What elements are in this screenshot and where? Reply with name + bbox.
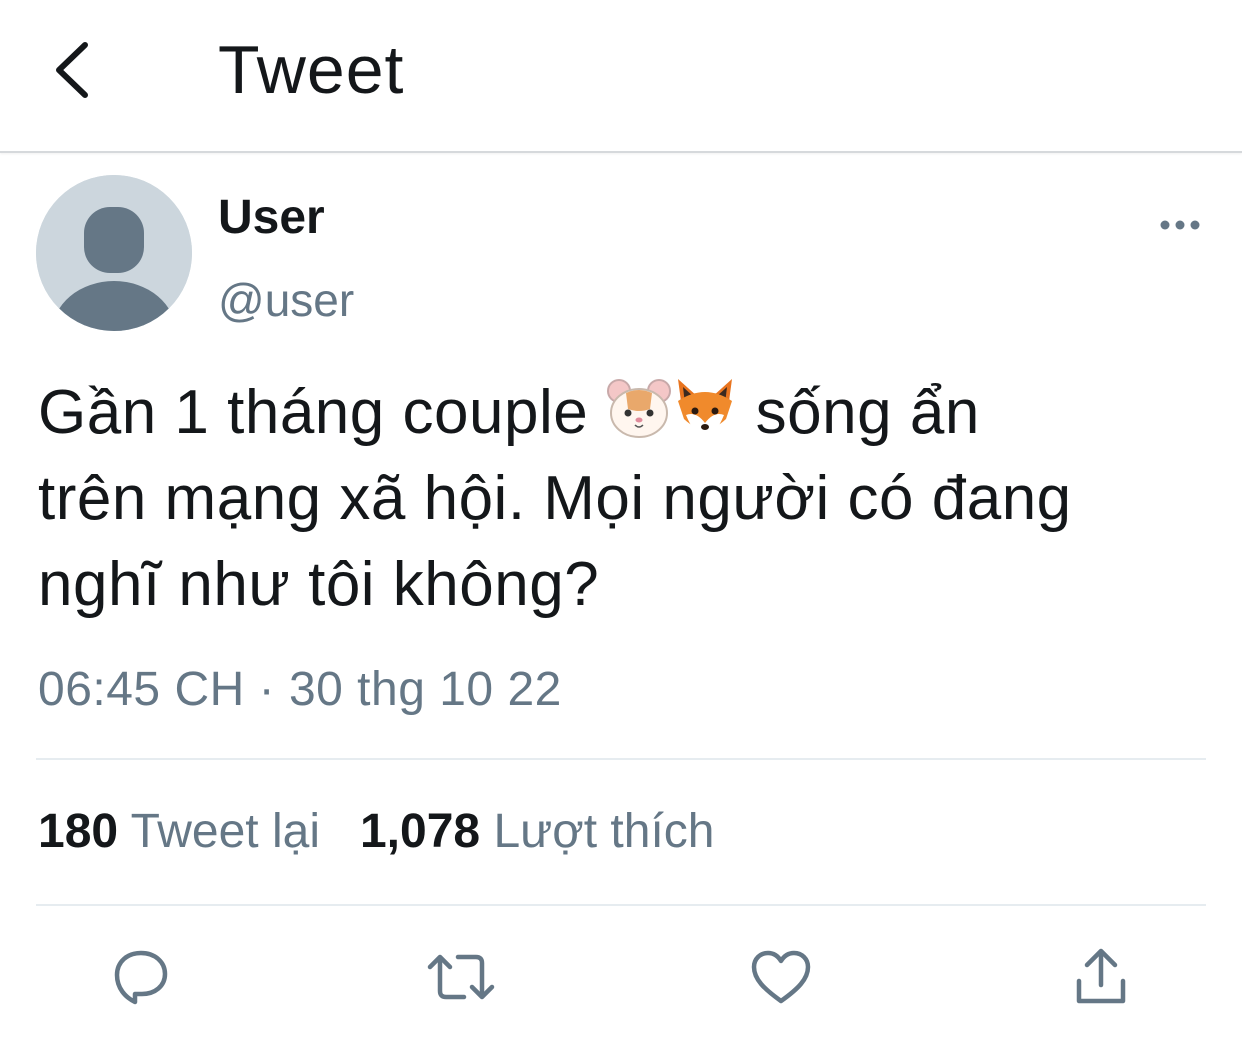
more-horizontal-icon <box>1160 220 1200 230</box>
likes-stat[interactable]: 1,078 Lượt thích <box>360 805 715 858</box>
avatar[interactable] <box>36 175 192 331</box>
default-avatar-icon <box>36 175 192 331</box>
tweet-text-line-2: trên mạng xã hội. Mọi người có đang <box>38 464 1072 533</box>
like-button[interactable] <box>746 942 816 1012</box>
chevron-left-icon <box>56 42 88 98</box>
reply-button[interactable] <box>106 942 176 1012</box>
reply-icon <box>114 950 168 1005</box>
likes-count: 1,078 <box>359 805 481 858</box>
fox-face-emoji <box>677 379 732 437</box>
retweet-icon <box>427 954 495 1000</box>
author-display-name[interactable]: User <box>218 190 325 246</box>
share-button[interactable] <box>1066 942 1136 1012</box>
engagement-stats: 180 Tweet lại 1,078 Lượt thích <box>38 802 715 862</box>
retweets-label: Tweet lại <box>130 805 320 858</box>
top-bar: Tweet <box>0 0 1242 153</box>
heart-icon <box>751 950 811 1004</box>
divider <box>36 758 1206 760</box>
share-icon <box>1076 948 1126 1004</box>
tweet-timestamp[interactable]: 06:45 CH · 30 thg 10 22 <box>38 660 562 720</box>
likes-label: Lượt thích <box>493 805 715 858</box>
author-handle[interactable]: @user <box>218 272 354 328</box>
tweet-text-line-3: nghĩ như tôi không? <box>38 550 600 619</box>
tweet-text-segment: Gần 1 tháng couple <box>38 378 606 447</box>
tweet-text-segment: sống ẩn <box>737 378 980 447</box>
back-button[interactable] <box>36 30 106 110</box>
tweet-text-line-1: Gần 1 tháng couple sống ẩn <box>38 370 1208 456</box>
divider <box>36 904 1206 906</box>
tweet-text: Gần 1 tháng couple sống ẩn trên mạng xã … <box>38 370 1208 628</box>
page-title: Tweet <box>218 32 405 108</box>
more-options-button[interactable] <box>1150 205 1210 245</box>
retweets-count: 180 <box>38 805 119 858</box>
retweets-stat[interactable]: 180 Tweet lại <box>38 805 320 858</box>
retweet-button[interactable] <box>426 942 496 1012</box>
hamster-face-emoji <box>606 379 671 438</box>
